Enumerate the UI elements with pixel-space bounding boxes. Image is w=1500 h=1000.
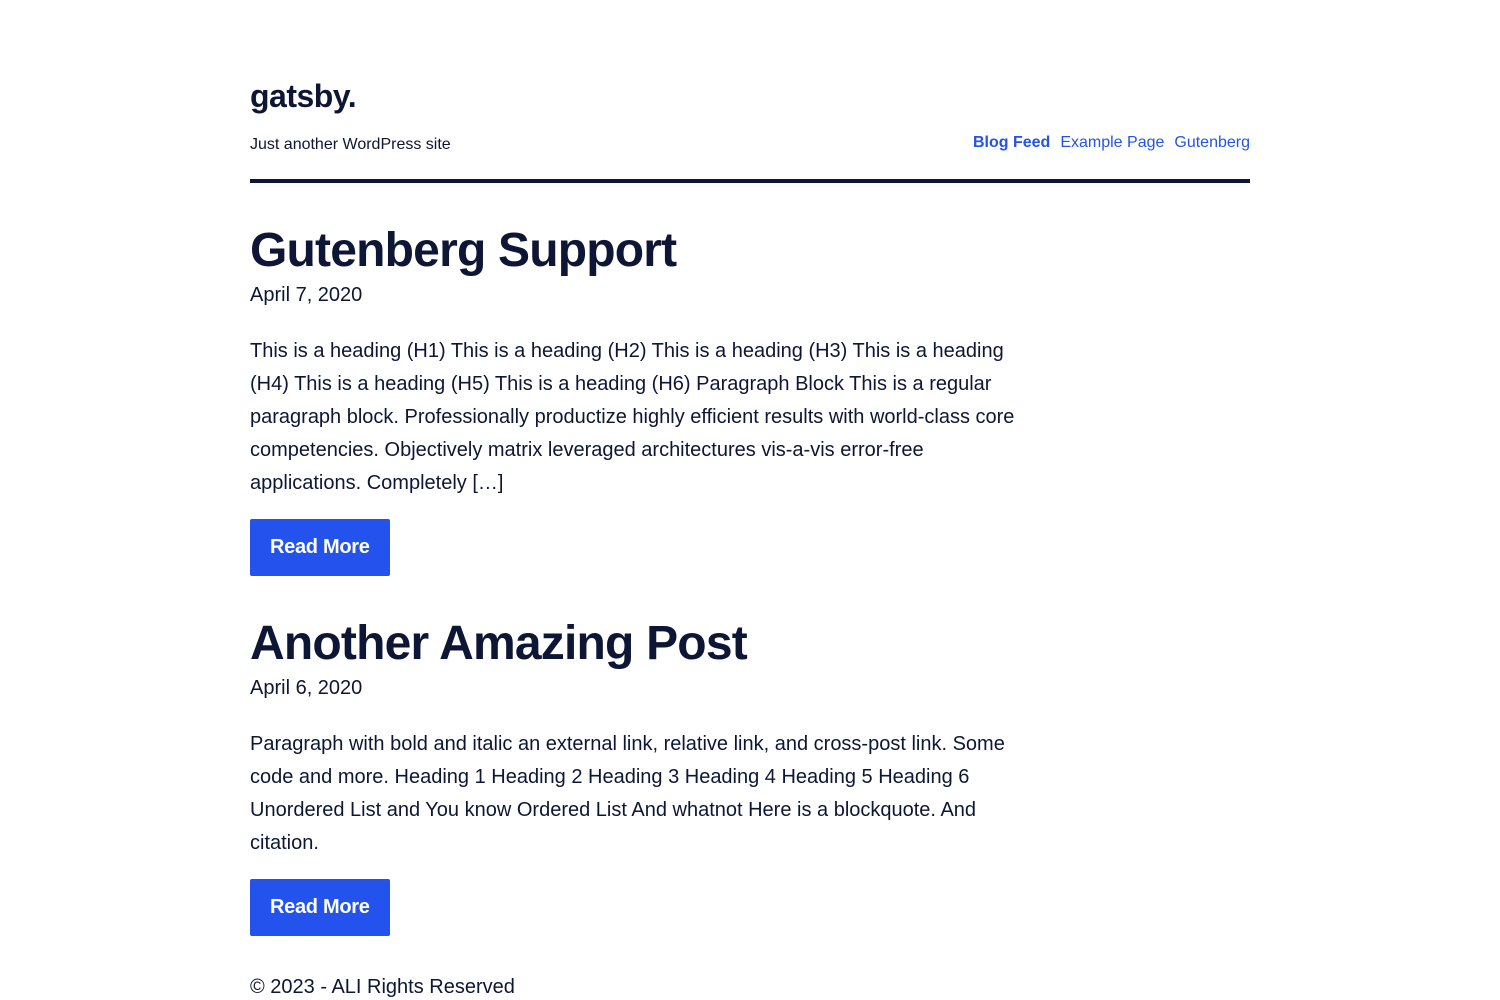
post-excerpt: This is a heading (H1) This is a heading… xyxy=(250,340,1015,494)
site-footer: © 2023 - ALI Rights Reserved xyxy=(250,976,515,998)
post-date: April 6, 2020 xyxy=(250,677,363,699)
nav-item-gutenberg[interactable]: Gutenberg xyxy=(1174,134,1250,152)
page-container: gatsby. Just another WordPress site Blog… xyxy=(250,0,1250,999)
post-card: Another Amazing Post April 6, 2020 Parag… xyxy=(250,616,1030,936)
read-more-button[interactable]: Read More xyxy=(250,519,390,576)
site-title[interactable]: gatsby. xyxy=(250,78,357,115)
site-tagline: Just another WordPress site xyxy=(250,136,451,153)
post-card: Gutenberg Support April 7, 2020 This is … xyxy=(250,223,1030,576)
post-excerpt: Paragraph with bold and italic an extern… xyxy=(250,733,1005,854)
nav-item-example-page[interactable]: Example Page xyxy=(1060,134,1164,152)
post-title[interactable]: Gutenberg Support xyxy=(250,223,1030,279)
nav-item-blog-feed[interactable]: Blog Feed xyxy=(973,134,1050,152)
header-divider xyxy=(250,179,1250,183)
main-nav: Blog Feed Example Page Gutenberg xyxy=(973,134,1250,152)
post-title[interactable]: Another Amazing Post xyxy=(250,616,1030,672)
read-more-button[interactable]: Read More xyxy=(250,879,390,936)
post-date: April 7, 2020 xyxy=(250,284,363,306)
site-header: gatsby. Just another WordPress site Blog… xyxy=(250,0,1250,183)
